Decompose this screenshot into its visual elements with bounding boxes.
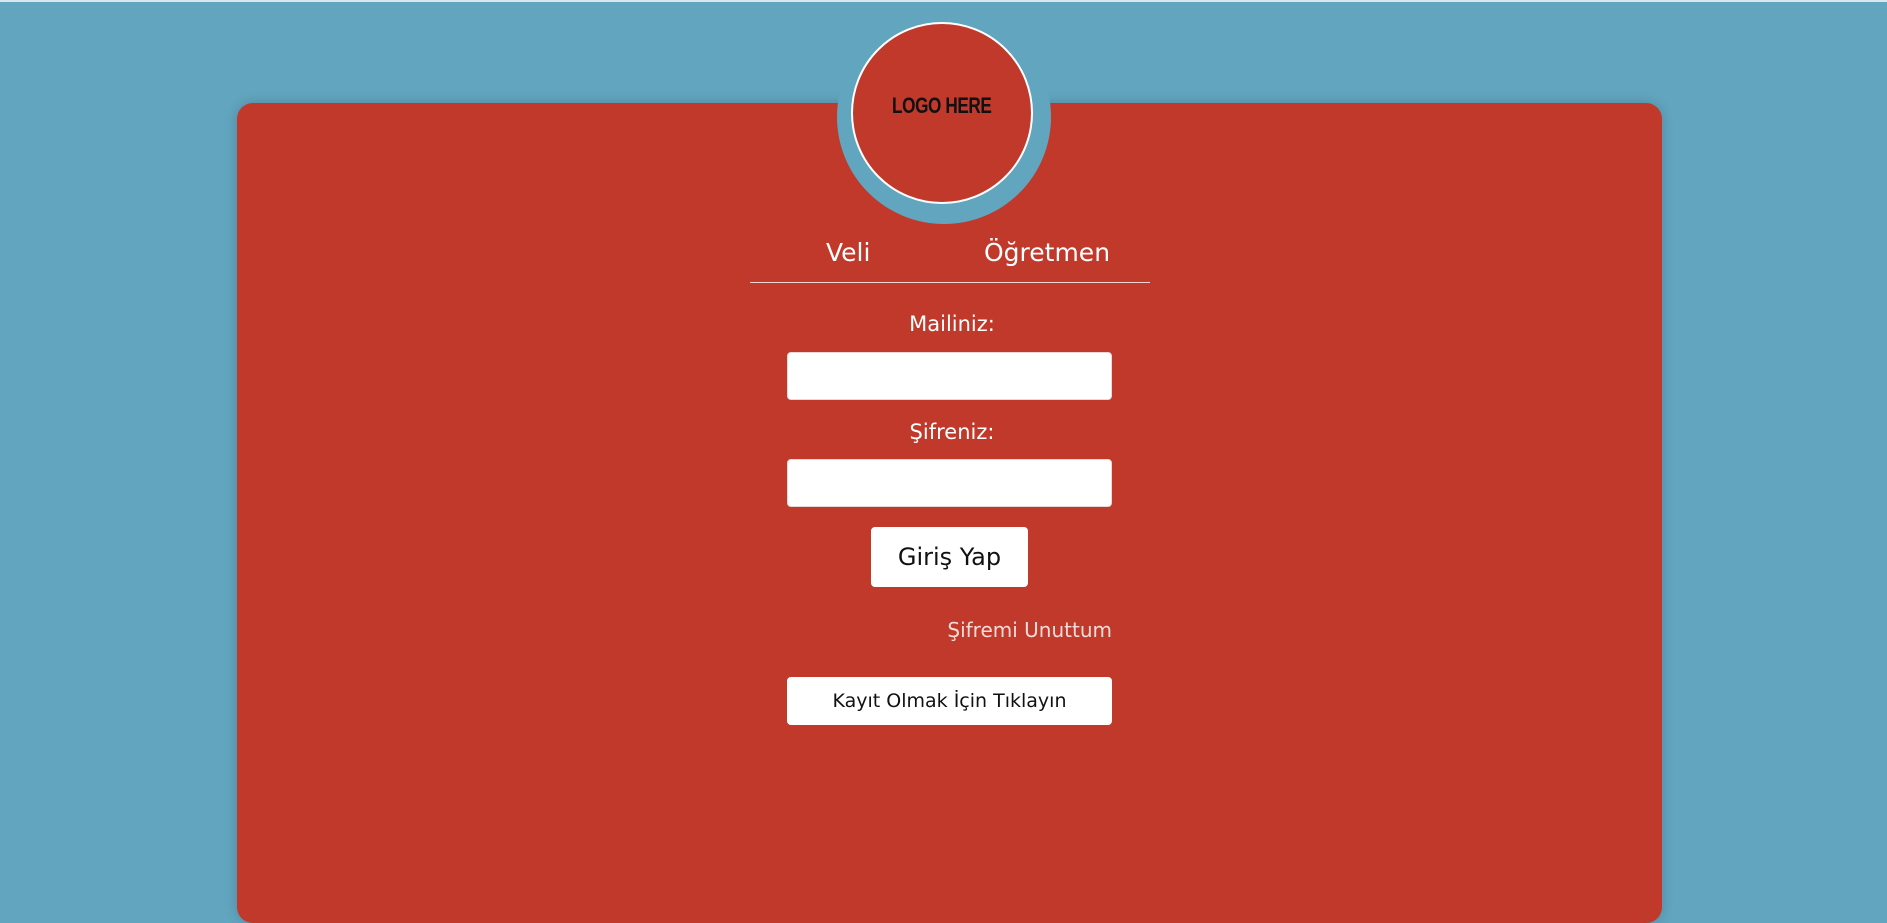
password-label: Şifreniz: [909, 420, 995, 444]
logo-text: LOGO HERE [892, 93, 992, 118]
email-label: Mailiniz: [909, 312, 995, 336]
password-field[interactable] [787, 459, 1112, 507]
forgot-password-link[interactable]: Şifremi Unuttum [947, 618, 1112, 642]
tab-veli[interactable]: Veli [826, 238, 870, 267]
login-card [237, 103, 1662, 923]
top-border [0, 0, 1887, 2]
logo: LOGO HERE [851, 22, 1033, 204]
tab-ogretmen[interactable]: Öğretmen [984, 238, 1110, 267]
email-field[interactable] [787, 352, 1112, 400]
register-button[interactable]: Kayıt Olmak İçin Tıklayın [787, 677, 1112, 725]
login-button[interactable]: Giriş Yap [871, 527, 1028, 587]
role-tabs: Veli Öğretmen [750, 232, 1150, 283]
